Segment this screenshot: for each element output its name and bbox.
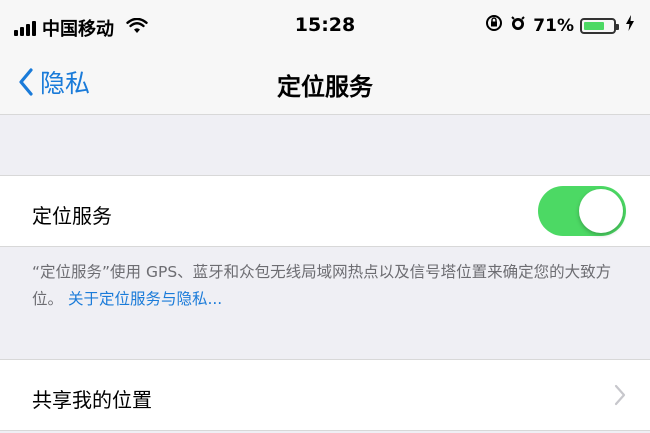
share-my-location-row[interactable]: 共享我的位置 — [0, 359, 650, 431]
status-right: 71% — [485, 14, 634, 37]
chevron-right-icon — [614, 384, 626, 410]
privacy-link[interactable]: 关于定位服务与隐私... — [68, 290, 222, 308]
footnote-text-block: “定位服务”使用 GPS、蓝牙和众包无线局域网热点以及信号塔位置来确定您的大致方… — [32, 259, 632, 313]
settings-screen: 中国移动 15:28 71% 隐私 定位服务 定位服务 “定位服务”使用 GPS… — [0, 0, 650, 433]
location-services-row: 定位服务 — [0, 175, 650, 247]
battery-icon — [580, 17, 619, 34]
lock-rotation-icon — [485, 14, 503, 37]
toggle-knob — [579, 189, 623, 233]
page-title: 定位服务 — [277, 73, 373, 101]
section-spacer — [0, 115, 650, 175]
battery-percent: 71% — [533, 15, 574, 36]
location-services-toggle[interactable] — [538, 186, 626, 236]
charging-icon — [626, 15, 634, 36]
share-my-location-label: 共享我的位置 — [32, 388, 152, 412]
navigation-bar: 隐私 定位服务 — [0, 52, 650, 115]
alarm-icon — [509, 14, 527, 37]
battery-fill — [584, 21, 604, 30]
location-footnote: “定位服务”使用 GPS、蓝牙和众包无线局域网热点以及信号塔位置来确定您的大致方… — [0, 247, 650, 359]
status-bar: 中国移动 15:28 71% — [0, 0, 650, 52]
location-services-label: 定位服务 — [32, 204, 112, 228]
